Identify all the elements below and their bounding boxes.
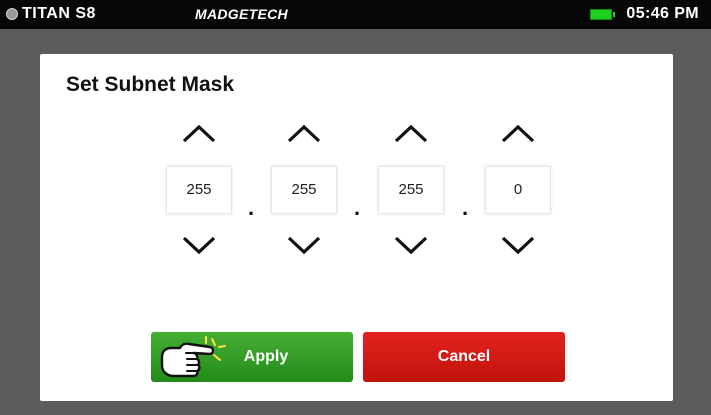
status-dot-icon [6,8,18,20]
octet-2: 255 [271,122,337,272]
octet-1-field[interactable]: 255 [166,166,232,214]
status-bar: TITAN S8 MADGETECH 05:46 PM [0,0,711,29]
clock: 05:46 PM [626,5,699,22]
octet-4-field[interactable]: 0 [485,166,551,214]
dialog-title: Set Subnet Mask [66,73,235,96]
octet-2-field[interactable]: 255 [271,166,337,214]
chevron-up-icon[interactable] [271,122,337,152]
octet-separator: . [247,195,255,220]
device-name: TITAN S8 [22,5,96,22]
chevron-up-icon[interactable] [166,122,232,152]
cancel-button-label: Cancel [437,348,491,365]
octet-separator: . [353,195,361,220]
status-left: TITAN S8 [6,5,96,23]
chevron-down-icon[interactable] [271,234,337,264]
subnet-mask-dialog: Set Subnet Mask 255 . 255 . 255 . 0 Appl… [40,54,673,401]
octet-4: 0 [485,122,551,272]
octet-separator: . [461,195,469,220]
apply-button-label: Apply [243,348,289,365]
octet-1: 255 [166,122,232,272]
brand-logo: MADGETECH [195,6,288,22]
chevron-up-icon[interactable] [485,122,551,152]
status-right: 05:46 PM [590,5,699,23]
cancel-button[interactable]: Cancel [363,332,565,382]
chevron-down-icon[interactable] [166,234,232,264]
octet-3: 255 [378,122,444,272]
pointing-hand-icon [156,335,226,381]
chevron-up-icon[interactable] [378,122,444,152]
chevron-down-icon[interactable] [378,234,444,264]
chevron-down-icon[interactable] [485,234,551,264]
device-screen: TITAN S8 MADGETECH 05:46 PM Set Subnet M… [0,0,711,415]
octet-3-field[interactable]: 255 [378,166,444,214]
battery-icon [590,8,616,20]
